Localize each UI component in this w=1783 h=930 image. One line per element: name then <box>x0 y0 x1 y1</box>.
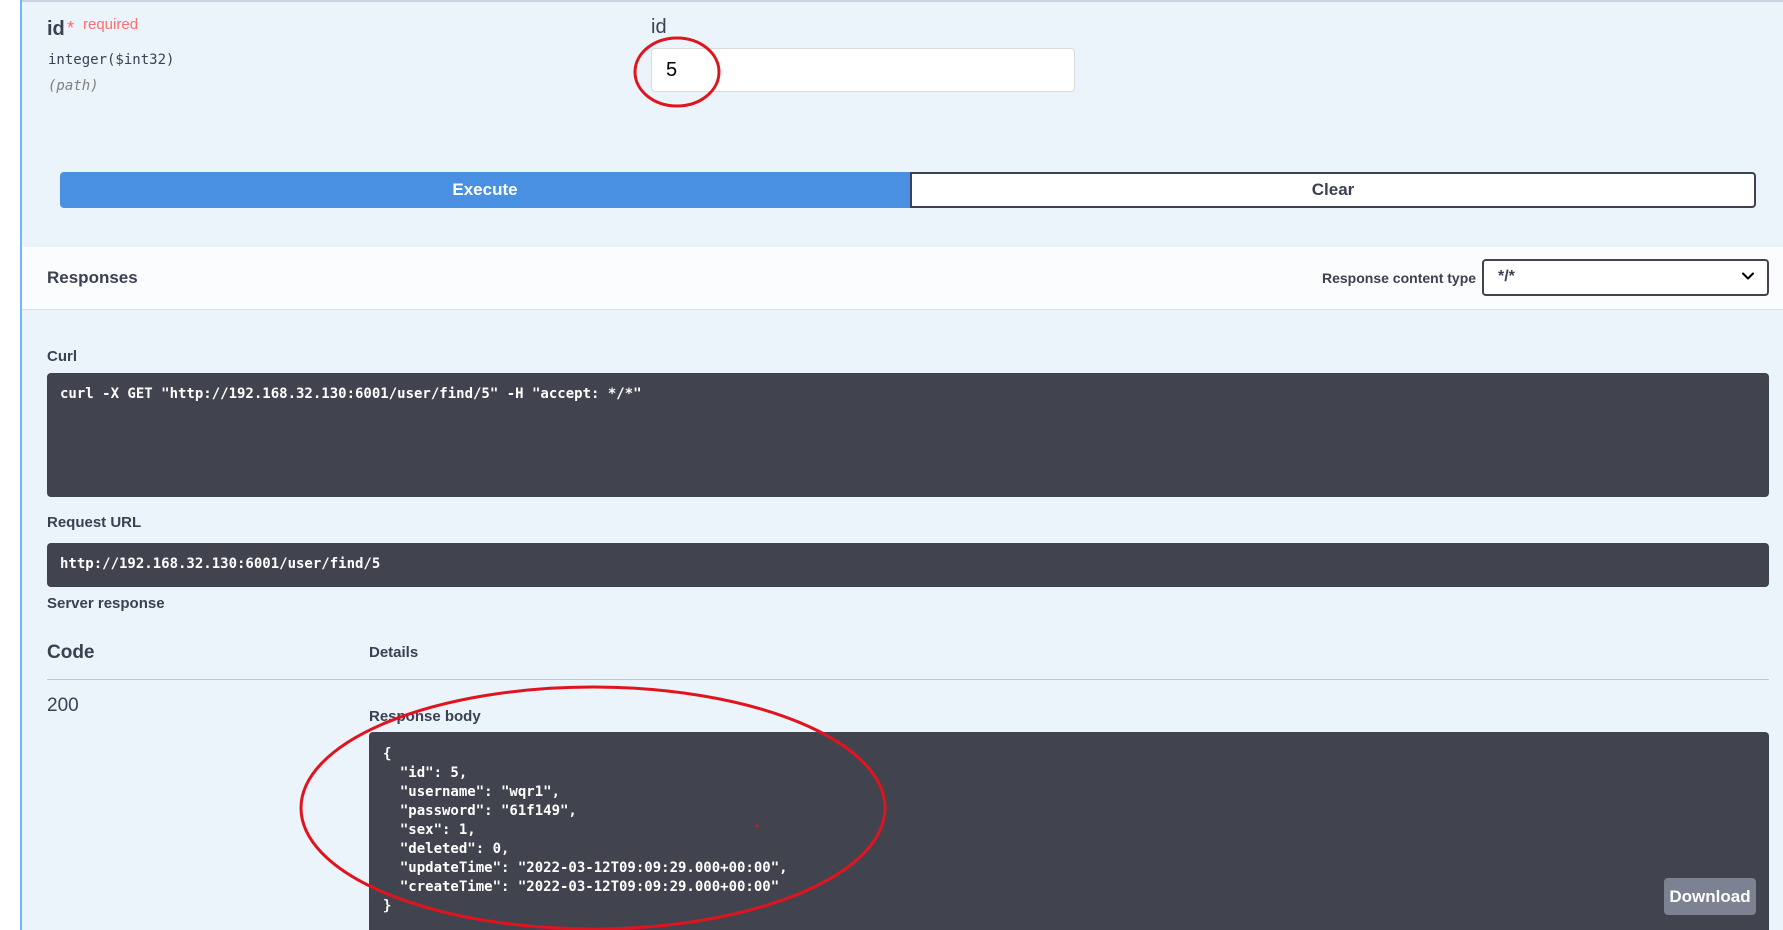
panel-top-divider <box>22 0 1783 2</box>
status-code: 200 <box>47 695 79 716</box>
table-header-divider <box>47 679 1769 680</box>
response-body-line: { <box>383 746 392 762</box>
required-star: * <box>67 18 75 38</box>
download-button[interactable]: Download <box>1664 878 1756 915</box>
response-content-type-select[interactable]: */* <box>1482 259 1769 296</box>
operation-border <box>20 0 22 930</box>
content-type-value: */* <box>1498 268 1515 285</box>
id-field-label: id <box>651 16 667 38</box>
parameter-name: id <box>47 18 65 40</box>
response-body-line: } <box>383 898 392 914</box>
clear-button[interactable]: Clear <box>910 172 1756 208</box>
response-body-line: "createTime": "2022-03-12T09:09:29.000+0… <box>383 879 780 895</box>
page-margin <box>0 0 20 930</box>
response-body-label: Response body <box>369 708 481 725</box>
execute-button[interactable]: Execute <box>60 172 910 208</box>
curl-label: Curl <box>47 348 77 365</box>
curl-command: curl -X GET "http://192.168.32.130:6001/… <box>47 373 1769 497</box>
server-response-label: Server response <box>47 595 165 612</box>
response-body-line: "username": "wqr1", <box>383 784 561 800</box>
request-url-label: Request URL <box>47 514 142 531</box>
request-url-value: http://192.168.32.130:6001/user/find/5 <box>47 543 1769 587</box>
responses-title: Responses <box>47 268 138 287</box>
response-body-line: "updateTime": "2022-03-12T09:09:29.000+0… <box>383 860 788 876</box>
id-input[interactable] <box>651 48 1075 92</box>
response-body-line: "id": 5, <box>383 765 468 781</box>
chevron-down-icon <box>1742 272 1754 280</box>
response-body-line: "sex": 1, <box>383 822 476 838</box>
response-body: { "id": 5, "username": "wqr1", "password… <box>369 732 1769 930</box>
response-body-line: "password": "61f149", <box>383 803 577 819</box>
details-column-header: Details <box>369 644 419 661</box>
required-label: required <box>83 16 139 33</box>
parameter-location: (path) <box>48 78 99 94</box>
response-body-line: "deleted": 0, <box>383 841 510 857</box>
parameter-type: integer($int32) <box>48 52 175 68</box>
response-content-type-label: Response content type <box>1322 270 1477 286</box>
code-column-header: Code <box>47 642 95 663</box>
